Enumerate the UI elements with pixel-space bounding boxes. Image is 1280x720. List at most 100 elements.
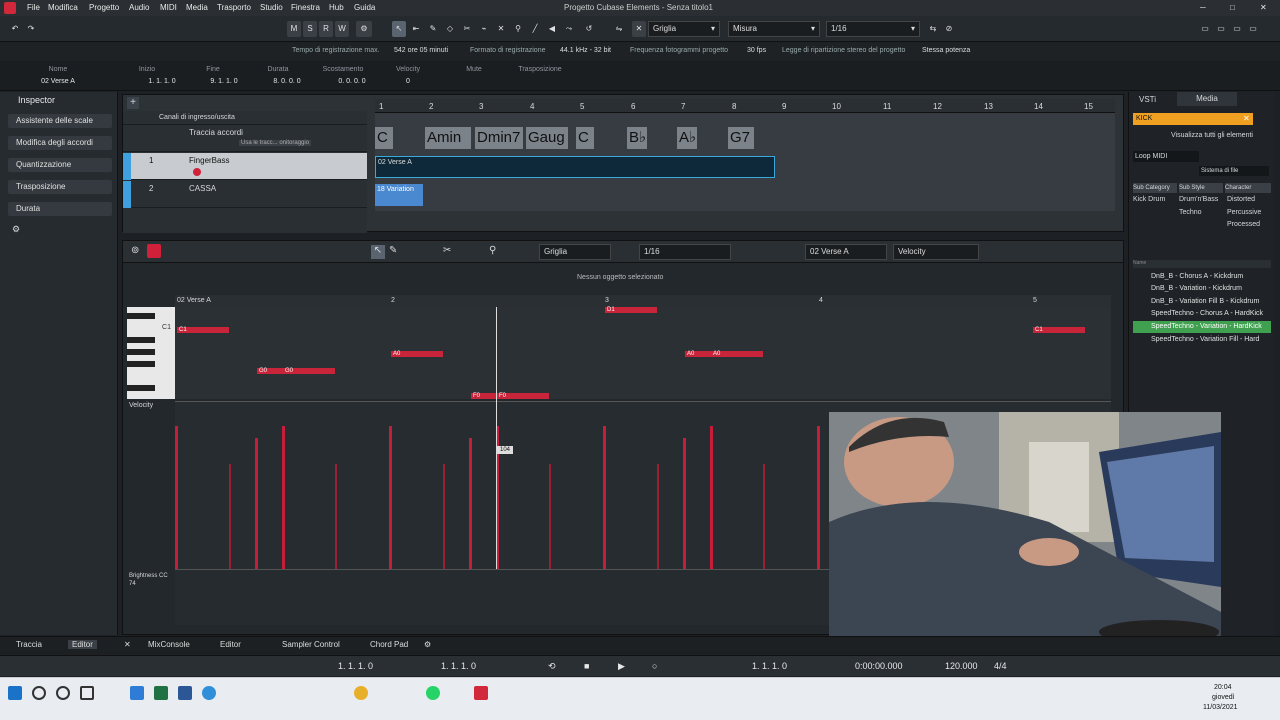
menu-guida[interactable]: Guida (354, 3, 375, 12)
menu-trasporto[interactable]: Trasporto (217, 3, 251, 12)
show-all-link[interactable]: Visualizza tutti gli elementi (1171, 132, 1253, 139)
zoom-tool-icon[interactable]: ⚲ (511, 21, 525, 37)
track-chords[interactable]: Traccia accordi Usa le tracc... onitoragg… (123, 125, 367, 152)
layout-right-icon[interactable]: ▭ (1230, 21, 1244, 37)
autoscroll-icon[interactable]: ↺ (582, 21, 596, 37)
menu-midi[interactable]: MIDI (160, 3, 177, 12)
cycle-icon[interactable]: ⟲ (548, 661, 556, 672)
time-display[interactable]: 0:00:00.000 (855, 661, 903, 671)
velocity-bar[interactable] (335, 464, 337, 570)
result-item[interactable]: DnB_B - Chorus A - Kickdrum (1133, 271, 1271, 283)
track-fingerbass[interactable]: 1 FingerBass (123, 153, 367, 180)
velocity-bar[interactable] (710, 426, 713, 570)
zoom-tool-icon[interactable]: ⚲ (489, 245, 496, 256)
windows-start-icon[interactable] (8, 686, 22, 700)
inspector-transpose[interactable]: Trasposizione (8, 180, 112, 194)
right-locator[interactable]: 1. 1. 1. 0 (441, 661, 476, 671)
tag[interactable]: Distorted (1227, 196, 1255, 203)
chord-event[interactable]: C (576, 127, 594, 149)
mute-tool-icon[interactable]: ✕ (494, 21, 508, 37)
menu-file[interactable]: File (27, 3, 40, 12)
menu-media[interactable]: Media (186, 3, 208, 12)
result-item-selected[interactable]: SpeedTechno - Variation - HardKick (1133, 321, 1271, 333)
editor-record-icon[interactable] (147, 244, 161, 258)
whatsapp-icon[interactable] (426, 686, 440, 700)
tag[interactable]: Processed (1227, 221, 1260, 228)
edge-icon[interactable] (202, 686, 216, 700)
chord-event[interactable]: A♭ (677, 127, 697, 149)
inspector-scale-assistant[interactable]: Assistente delle scale (8, 114, 112, 128)
record-icon[interactable]: ○ (652, 661, 657, 671)
pointer-tool-icon[interactable]: ↖ (392, 21, 406, 37)
velocity-bar[interactable] (229, 464, 231, 570)
grid-type-dropdown[interactable]: Griglia ▾ (648, 21, 720, 37)
warp-tool-icon[interactable]: ⤳ (562, 21, 576, 37)
left-locator[interactable]: 1. 1. 1. 0 (338, 661, 373, 671)
info-value-start[interactable]: 1. 1. 1. 0 (138, 78, 186, 85)
menu-progetto[interactable]: Progetto (89, 3, 119, 12)
pencil-tool-icon[interactable]: ✎ (426, 21, 440, 37)
col-sub-category[interactable]: Sub Category (1133, 183, 1177, 193)
velocity-bar[interactable] (255, 438, 258, 570)
tab-mixconsole[interactable]: MixConsole (148, 640, 190, 649)
result-item[interactable]: SpeedTechno - Chorus A - HardKick (1133, 308, 1271, 320)
excel-icon[interactable] (154, 686, 168, 700)
clear-search-icon[interactable]: ✕ (1243, 114, 1250, 123)
play-icon[interactable]: ▶ (618, 661, 625, 672)
menu-modifica[interactable]: Modifica (48, 3, 78, 12)
minimize-button[interactable]: ─ (1200, 3, 1206, 12)
snap-toggle-icon[interactable]: ✕ (632, 21, 646, 37)
editor-solo-icon[interactable]: ⊚ (131, 245, 139, 256)
glue-tool-icon[interactable]: ⌁ (477, 21, 491, 37)
velocity-bar[interactable] (603, 426, 606, 570)
track-cassa[interactable]: 2 CASSA (123, 181, 367, 208)
loop-filter-dropdown[interactable]: Loop MIDI (1133, 151, 1199, 162)
pointer-tool-icon[interactable]: ↖ (371, 245, 385, 259)
tab-editor[interactable]: Editor (68, 640, 97, 649)
midi-note[interactable]: C1 (177, 327, 229, 333)
automation-icon[interactable]: ⚙ (356, 21, 372, 37)
menu-hub[interactable]: Hub (329, 3, 344, 12)
cortana-icon[interactable] (56, 686, 70, 700)
snap-icon[interactable]: ⇋ (612, 21, 626, 37)
undo-icon[interactable]: ↶ (8, 21, 22, 37)
task-view-icon[interactable] (80, 686, 94, 700)
project-ruler[interactable]: 1 2 3 4 5 6 7 8 9 10 11 12 13 14 15 (375, 99, 1115, 113)
velocity-bar[interactable] (683, 438, 686, 570)
chord-event[interactable]: B♭ (627, 127, 647, 149)
speaker-tool-icon[interactable]: ◀ (545, 21, 559, 37)
chord-event[interactable]: Amin (425, 127, 471, 149)
velocity-bar[interactable] (469, 438, 472, 570)
apply-quantize-icon[interactable]: ⊘ (942, 21, 956, 37)
search-icon[interactable] (32, 686, 46, 700)
line-tool-icon[interactable]: ╱ (528, 21, 542, 37)
info-value-offset[interactable]: 0. 0. 0. 0 (328, 78, 376, 85)
write-button[interactable]: W (335, 21, 349, 37)
tempo-display[interactable]: 120.000 (945, 661, 978, 671)
add-track-button[interactable]: + (127, 97, 139, 109)
gear-icon[interactable]: ⚙ (424, 640, 431, 649)
velocity-bar[interactable] (817, 426, 820, 570)
grid-measure-dropdown[interactable]: Misura ▾ (728, 21, 820, 37)
tag[interactable]: Techno (1179, 209, 1202, 216)
stop-icon[interactable]: ■ (584, 661, 589, 671)
chord-event[interactable]: Dmin7 (475, 127, 523, 149)
tag[interactable]: Percussive (1227, 209, 1261, 216)
layout-left-icon[interactable]: ▭ (1198, 21, 1212, 37)
editor-controller-dropdown[interactable]: Velocity (893, 244, 979, 260)
midi-part-variation[interactable]: 18 Variation (375, 184, 423, 206)
result-item[interactable]: DnB_B - Variation Fill B - Kickdrum (1133, 296, 1271, 308)
info-value-velocity[interactable]: 0 (388, 78, 428, 85)
info-value-end[interactable]: 9. 1. 1. 0 (200, 78, 248, 85)
midi-note[interactable]: D1 (605, 307, 657, 313)
tab-track[interactable]: Traccia (16, 640, 42, 649)
pencil-tool-icon[interactable]: ✎ (389, 245, 397, 256)
tab-editor-lower[interactable]: Editor (220, 640, 241, 649)
menu-audio[interactable]: Audio (129, 3, 149, 12)
tag[interactable]: Drum'n'Bass (1179, 196, 1218, 203)
redo-icon[interactable]: ↷ (24, 21, 38, 37)
midi-note[interactable]: A0 (711, 351, 763, 357)
mute-button[interactable]: M (287, 21, 301, 37)
chord-event[interactable]: G7 (728, 127, 754, 149)
read-button[interactable]: R (319, 21, 333, 37)
